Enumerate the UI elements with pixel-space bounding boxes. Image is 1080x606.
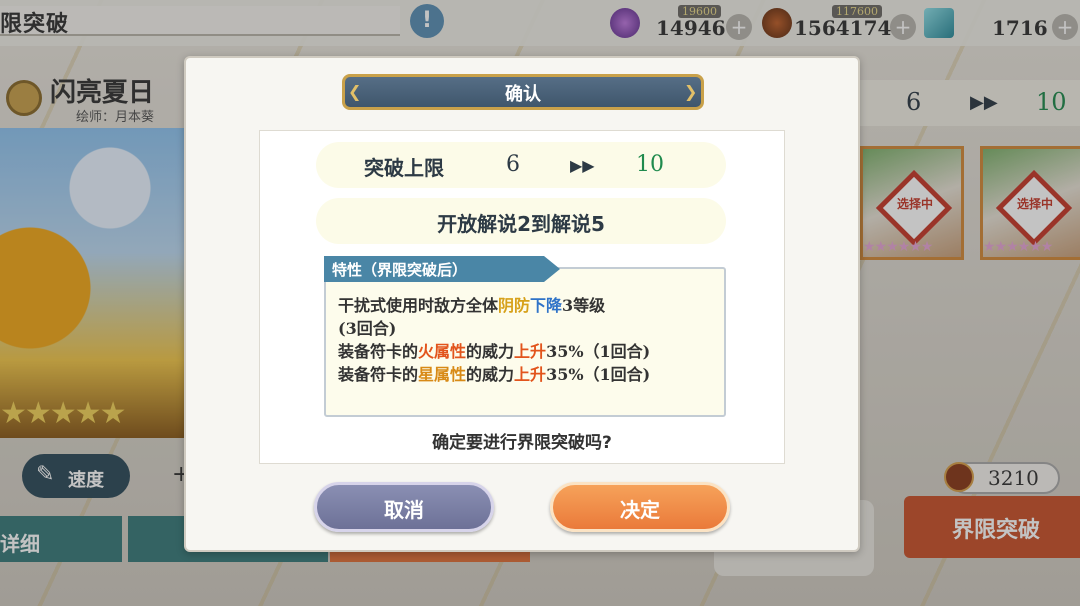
limit-from: 6 xyxy=(506,152,520,177)
trait-text: 3等级 xyxy=(562,296,606,315)
confirm-button-label[interactable]: 决定 xyxy=(550,494,730,523)
trait-header: 特性（界限突破后） xyxy=(332,261,468,279)
trait-keyword: 上升 xyxy=(514,365,547,384)
double-arrow-icon: ▶▶ xyxy=(570,156,595,175)
trait-text: 35%（1回合) xyxy=(546,342,651,361)
trait-line: 干扰式使用时敌方全体阴防下降3等级 xyxy=(338,292,605,316)
unlock-text: 开放解说2到解说5 xyxy=(437,212,605,236)
limit-to: 10 xyxy=(636,152,664,177)
trait-text: 装备符卡的 xyxy=(338,365,419,384)
dialog-title: 确认 xyxy=(505,84,541,105)
trait-text: 装备符卡的 xyxy=(338,342,419,361)
trait-keyword: 火属性 xyxy=(418,342,467,361)
trait-keyword: 下降 xyxy=(530,296,563,315)
trait-line: 装备符卡的星属性的威力上升35%（1回合) xyxy=(338,361,650,385)
trait-line: 装备符卡的火属性的威力上升35%（1回合) xyxy=(338,338,650,362)
cancel-button-label[interactable]: 取消 xyxy=(314,494,494,523)
trait-keyword: 上升 xyxy=(514,342,547,361)
trait-text: 的威力 xyxy=(466,342,515,361)
trait-keyword: 星属性 xyxy=(418,365,467,384)
trait-text: 的威力 xyxy=(466,365,515,384)
trait-text: 干扰式使用时敌方全体 xyxy=(338,296,499,315)
trait-text: 35%（1回合) xyxy=(546,365,651,384)
confirm-question: 确定要进行界限突破吗? xyxy=(432,433,612,453)
limit-label: 突破上限 xyxy=(364,156,444,180)
trait-line: (3回合) xyxy=(338,319,397,338)
trait-keyword: 阴防 xyxy=(498,296,531,315)
